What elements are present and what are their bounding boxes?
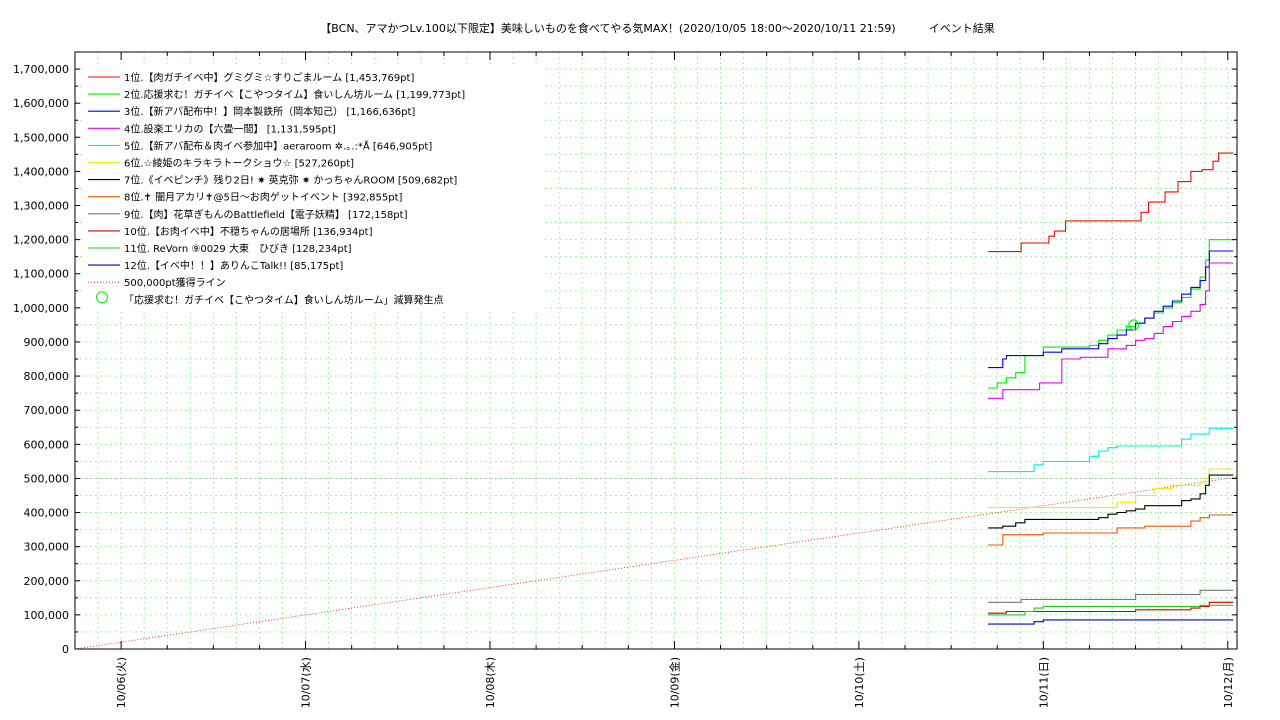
reference-line-layer — [74, 476, 1238, 650]
series-lines — [988, 152, 1234, 625]
legend-entry-8: 8位.✝ 闇月アカリ✝@5日〜お肉ゲットイベント [392,855pt] — [124, 191, 403, 204]
legend-entry-9: 9位.【肉】花草ぎもんのBattlefield【電子妖精】 [172,158pt… — [124, 208, 408, 221]
legend-entry-1: 1位.【肉ガチイベ中】グミグミ☆すりごまルーム [1,453,769pt] — [124, 71, 414, 84]
legend-entry-2: 2位.応援求む！ガチイベ【こやつタイム】食いしん坊ルーム [1,199,773p… — [124, 88, 465, 101]
series-line-7 — [988, 474, 1234, 529]
y-tick-label: 400,000 — [24, 507, 70, 520]
y-tick-label: 1,300,000 — [13, 200, 69, 213]
y-tick-label: 1,500,000 — [13, 131, 69, 144]
series-line-4 — [988, 262, 1234, 399]
y-tick-label: 600,000 — [24, 438, 70, 451]
y-tick-label: 800,000 — [24, 370, 70, 383]
legend-entry-marker: 「応援求む！ガチイベ【こやつタイム】食いしん坊ルーム」減算発生点 — [124, 293, 444, 306]
y-tick-label: 1,700,000 — [13, 63, 69, 76]
y-tick-label: 200,000 — [24, 575, 70, 588]
y-tick-label: 1,200,000 — [13, 234, 69, 247]
series-line-1 — [988, 152, 1234, 253]
y-tick-label: 1,000,000 — [13, 302, 69, 315]
x-tick-label: 10/08(木) — [484, 657, 497, 708]
y-tick-label: 100,000 — [24, 609, 70, 622]
y-tick-label: 1,400,000 — [13, 165, 69, 178]
legend-entry-4: 4位.設楽エリカの【六畳一間】 [1,131,595pt] — [124, 122, 336, 135]
legend-entry-7: 7位.《イベピンチ》残り2日! ✷ 英克弥 ✷ かっちゃんROOM [509,6… — [124, 174, 457, 187]
x-tick-label: 10/09(金) — [667, 657, 681, 708]
y-tick-label: 300,000 — [24, 541, 70, 554]
legend-entry-10: 10位.【お肉イベ中】不穏ちゃんの居場所 [136,934pt] — [124, 225, 373, 238]
x-tick-label: 10/06(火) — [115, 657, 128, 708]
x-tick-label: 10/10(土) — [853, 657, 866, 708]
series-line-2 — [988, 239, 1234, 389]
x-tick-label: 10/11(日) — [1037, 657, 1050, 708]
y-tick-label: 1,100,000 — [13, 268, 69, 281]
legend-entry-reference: 500,000pt獲得ライン — [124, 276, 226, 289]
series-line-9 — [988, 589, 1234, 603]
x-tick-label: 10/12(月) — [1222, 657, 1235, 708]
legend-entry-12: 12位.【イベ中！！】ありんこTalk!! [85,175pt] — [124, 259, 343, 272]
legend: 1位.【肉ガチイベ中】グミグミ☆すりごまルーム [1,453,769pt] 2位.… — [82, 66, 544, 312]
legend-entry-3: 3位.【新アバ配布中！】岡本製鉄所（岡本知己） [1,166,636pt] — [124, 105, 415, 118]
legend-entry-6: 6位.☆綾姫のキラキラトークショウ☆ [527,260pt] — [124, 157, 354, 170]
series-line-3 — [988, 250, 1234, 369]
y-tick-labels: 0 100,000 200,000 300,000 400,000 500,000 600,… — [13, 63, 69, 656]
legend-entry-5: 5位.【新アバ配布＆肉イベ参加中】aeraroom ✲.｡.:*Å [646,9… — [124, 139, 432, 152]
legend-entry-11: 11位. ReVorn ⑨0029 大東 ひびき [128,234pt] — [124, 242, 352, 255]
reference-line — [74, 476, 1238, 650]
y-tick-label: 0 — [62, 643, 69, 656]
series-line-12 — [988, 619, 1234, 625]
legend-background — [82, 66, 544, 312]
y-tick-label: 700,000 — [24, 404, 70, 417]
x-tick-labels: 10/06(火) 10/07(水) 10/08(木) 10/09(金) 10/10(土)… — [115, 657, 1235, 708]
y-tick-label: 1,600,000 — [13, 97, 69, 110]
line-chart: 0 100,000 200,000 300,000 400,000 500,000 600,… — [13, 51, 1238, 708]
x-tick-label: 10/07(水) — [300, 657, 313, 708]
y-tick-label: 900,000 — [24, 336, 70, 349]
series-line-5 — [988, 427, 1234, 473]
series-line-11 — [988, 604, 1234, 616]
series-line-6 — [988, 468, 1234, 508]
y-tick-label: 500,000 — [24, 472, 70, 485]
